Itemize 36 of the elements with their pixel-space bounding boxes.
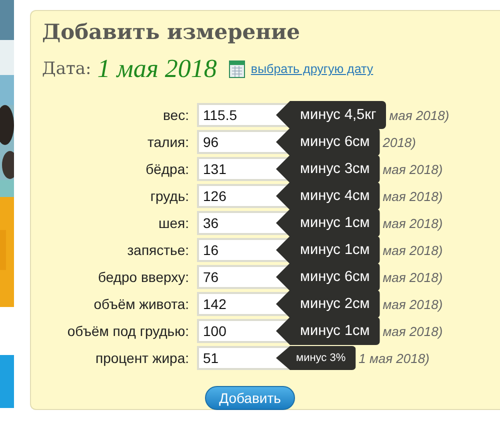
previous-value: мая 2018): [382, 242, 443, 258]
change-tooltip: минус 4см: [276, 182, 380, 210]
field-label: бедро вверху:: [97, 269, 189, 285]
change-tooltip: минус 3%: [276, 346, 356, 370]
field-label: объём под грудью:: [66, 323, 189, 339]
field-label: шея:: [158, 215, 189, 231]
choose-date-link[interactable]: выбрать другую дату: [250, 62, 374, 76]
field-label: вес:: [162, 107, 189, 123]
field-label: объём живота:: [92, 296, 189, 312]
previous-value: мая 2018): [382, 296, 443, 312]
field-label: талия:: [146, 134, 189, 150]
change-tooltip: минус 6см: [276, 128, 380, 156]
change-tooltip: минус 1см: [276, 317, 380, 345]
field-label: грудь:: [149, 188, 189, 204]
change-tooltip: минус 6см: [276, 263, 380, 291]
change-tooltip: минус 1см: [276, 209, 380, 237]
field-label: процент жира:: [94, 350, 189, 366]
change-tooltip: минус 3см: [276, 155, 380, 183]
change-tooltip: минус 2см: [276, 290, 380, 318]
previous-value: мая 2018): [382, 324, 443, 338]
previous-value: мая 2018): [382, 216, 443, 230]
date-value: 1 мая 2018: [97, 54, 217, 84]
banner-strip: [0, 355, 14, 408]
previous-value: мая 2018): [382, 188, 443, 204]
date-label: Дата:: [42, 59, 92, 79]
field-label: запястье:: [126, 242, 189, 258]
previous-value: мая 2018): [389, 108, 450, 122]
previous-value: 1 мая 2018): [358, 350, 430, 366]
change-tooltip: минус 4,5кг: [276, 101, 386, 129]
field-label: бёдра:: [144, 161, 189, 177]
panel-title: Добавить измерение: [42, 19, 301, 44]
previous-value: 2018): [382, 134, 416, 150]
previous-value: мая 2018): [382, 162, 443, 176]
change-tooltip: минус 1см: [276, 236, 380, 264]
calendar-icon[interactable]: [228, 60, 245, 78]
previous-value: мая 2018): [382, 270, 443, 284]
